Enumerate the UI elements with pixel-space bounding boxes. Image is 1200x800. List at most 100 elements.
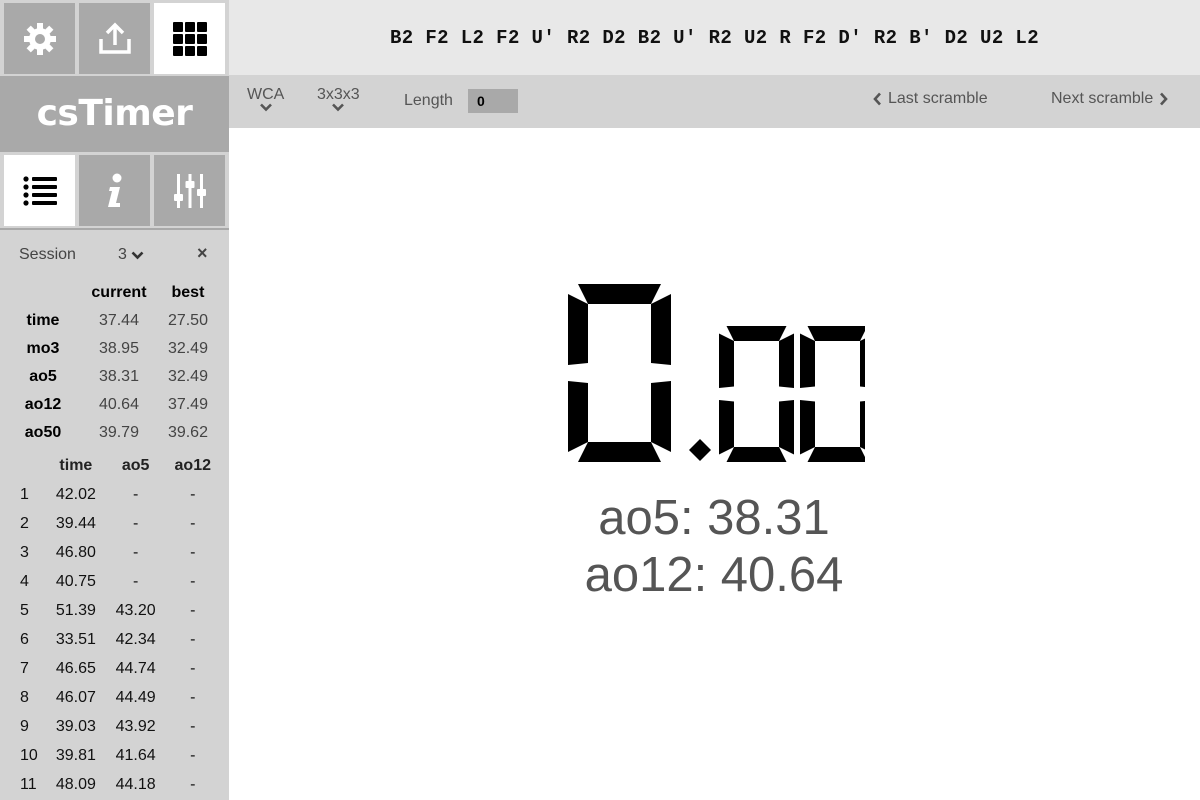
stats-best-cell[interactable]: 32.49 xyxy=(159,335,217,363)
table-row[interactable]: 1 42.02- - xyxy=(10,480,220,509)
stats-header xyxy=(7,279,79,307)
ao12-average: ao12: 40.64 xyxy=(584,548,844,602)
times-ao12-cell[interactable]: - xyxy=(166,654,220,683)
table-row[interactable]: 6 33.51 42.34- xyxy=(10,625,220,654)
scramble-text[interactable]: B2 F2 L2 F2 U' R2 D2 B2 U' R2 U2 R F2 D'… xyxy=(390,27,1039,49)
scramble-type-select[interactable]: WCA xyxy=(247,87,284,112)
times-idx-cell[interactable]: 3 xyxy=(10,538,46,567)
times-ao5-cell[interactable]: 44.18 xyxy=(106,770,166,799)
timer-digit-2-segment-c xyxy=(860,400,875,455)
times-time-cell[interactable]: 51.39 xyxy=(46,596,106,625)
times-ao5-cell[interactable]: 43.20 xyxy=(106,596,166,625)
table-row[interactable]: 9 39.03 43.92- xyxy=(10,712,220,741)
timer-digit-0-segment-e xyxy=(568,381,588,452)
times-idx-cell[interactable]: 7 xyxy=(10,654,46,683)
times-idx-cell[interactable]: 6 xyxy=(10,625,46,654)
times-ao5-cell[interactable]: - xyxy=(106,538,166,567)
table-row[interactable]: 10 39.81 41.64- xyxy=(10,741,220,770)
stats-row: time 37.44 27.50 xyxy=(7,307,217,335)
last-scramble-button[interactable]: Last scramble xyxy=(873,90,988,108)
list-icon xyxy=(22,175,57,206)
stats-current-cell[interactable]: 38.31 xyxy=(79,363,159,391)
stats-best-cell[interactable]: 39.62 xyxy=(159,419,217,447)
times-ao5-cell[interactable]: 42.34 xyxy=(106,625,166,654)
scramble-image-button[interactable] xyxy=(154,3,225,74)
last-scramble-label: Last scramble xyxy=(888,90,988,107)
times-time-cell[interactable]: 46.80 xyxy=(46,538,106,567)
times-ao12-cell[interactable]: - xyxy=(166,625,220,654)
export-icon xyxy=(98,22,131,54)
times-time-cell[interactable]: 46.07 xyxy=(46,683,106,712)
times-idx-cell[interactable]: 2 xyxy=(10,509,46,538)
times-header: ao12 xyxy=(174,457,211,474)
times-ao12-cell[interactable]: - xyxy=(166,509,220,538)
times-ao5-cell[interactable]: - xyxy=(106,480,166,509)
times-idx-cell[interactable]: 8 xyxy=(10,683,46,712)
times-ao12-cell[interactable]: - xyxy=(166,567,220,596)
app-title: csTimer xyxy=(36,93,193,134)
times-time-cell[interactable]: 48.09 xyxy=(46,770,106,799)
times-header: ao5 xyxy=(121,457,150,474)
table-row[interactable]: 11 48.09 44.18- xyxy=(10,770,220,799)
info-panel-button[interactable] xyxy=(79,155,150,226)
settings-button[interactable] xyxy=(4,3,75,74)
stats-best-cell[interactable]: 37.49 xyxy=(159,391,217,419)
times-ao5-cell[interactable]: 43.92 xyxy=(106,712,166,741)
puzzle-select[interactable]: 3x3x3 xyxy=(317,87,360,112)
stats-best-cell[interactable]: 32.49 xyxy=(159,363,217,391)
times-ao5-cell[interactable]: 44.49 xyxy=(106,683,166,712)
times-time-cell[interactable]: 39.03 xyxy=(46,712,106,741)
times-ao12-cell[interactable]: - xyxy=(166,480,220,509)
stats-current-cell[interactable]: 40.64 xyxy=(79,391,159,419)
close-session-button[interactable]: × xyxy=(197,243,208,264)
times-ao12-cell[interactable]: - xyxy=(166,741,220,770)
scramble-toolbar: WCA 3x3x3 Length Last scramble Next scra… xyxy=(229,75,1200,128)
next-scramble-button[interactable]: Next scramble xyxy=(1051,90,1169,108)
export-button[interactable] xyxy=(79,3,150,74)
times-idx-cell[interactable]: 5 xyxy=(10,596,46,625)
table-row[interactable]: 2 39.44- - xyxy=(10,509,220,538)
table-row[interactable]: 3 46.80- - xyxy=(10,538,220,567)
stats-row: mo3 38.95 32.49 xyxy=(7,335,217,363)
stats-label-cell: time xyxy=(26,312,60,329)
length-input[interactable] xyxy=(468,89,518,113)
table-row[interactable]: 5 51.39 43.20- xyxy=(10,596,220,625)
stats-best-cell[interactable]: 27.50 xyxy=(159,307,217,335)
times-ao5-cell[interactable]: 41.64 xyxy=(106,741,166,770)
session-select[interactable]: 3 xyxy=(118,246,144,264)
times-ao12-cell[interactable]: - xyxy=(166,596,220,625)
table-row[interactable]: 4 40.75- - xyxy=(10,567,220,596)
times-ao12-cell[interactable]: - xyxy=(166,712,220,741)
sidebar-divider xyxy=(0,228,229,230)
times-ao12-cell[interactable]: - xyxy=(166,538,220,567)
times-time-cell[interactable]: 33.51 xyxy=(46,625,106,654)
stats-current-cell[interactable]: 39.79 xyxy=(79,419,159,447)
table-row[interactable]: 7 46.65 44.74- xyxy=(10,654,220,683)
times-idx-cell[interactable]: 11 xyxy=(10,770,46,799)
times-ao12-cell[interactable]: - xyxy=(166,683,220,712)
tools-panel-button[interactable] xyxy=(154,155,225,226)
stats-current-cell[interactable]: 38.95 xyxy=(79,335,159,363)
stats-current-cell[interactable]: 37.44 xyxy=(79,307,159,335)
times-idx-cell[interactable]: 10 xyxy=(10,741,46,770)
times-time-cell[interactable]: 46.65 xyxy=(46,654,106,683)
table-row[interactable]: 8 46.07 44.49- xyxy=(10,683,220,712)
times-idx-cell[interactable]: 4 xyxy=(10,567,46,596)
times-idx-cell[interactable]: 1 xyxy=(10,480,46,509)
times-time-cell[interactable]: 39.44 xyxy=(46,509,106,538)
times-ao5-cell[interactable]: - xyxy=(106,567,166,596)
times-ao5-cell[interactable]: 44.74 xyxy=(106,654,166,683)
sidebar: csTimer Session 3 × current best time 37… xyxy=(0,0,229,800)
stats-table: current best time 37.44 27.50 mo3 38.95 32.49… xyxy=(7,279,217,447)
times-time-cell[interactable]: 40.75 xyxy=(46,567,106,596)
timer-display[interactable]: 0.00 xyxy=(565,282,875,464)
times-ao12-cell[interactable]: - xyxy=(166,770,220,799)
times-time-cell[interactable]: 39.81 xyxy=(46,741,106,770)
stats-panel-button[interactable] xyxy=(4,155,75,226)
times-time-cell[interactable]: 42.02 xyxy=(46,480,106,509)
times-idx-cell[interactable]: 9 xyxy=(10,712,46,741)
times-ao5-cell[interactable]: - xyxy=(106,509,166,538)
session-row: Session 3 × xyxy=(0,238,229,270)
stats-label-cell: ao5 xyxy=(29,368,57,385)
stats-row: ao50 39.79 39.62 xyxy=(7,419,217,447)
